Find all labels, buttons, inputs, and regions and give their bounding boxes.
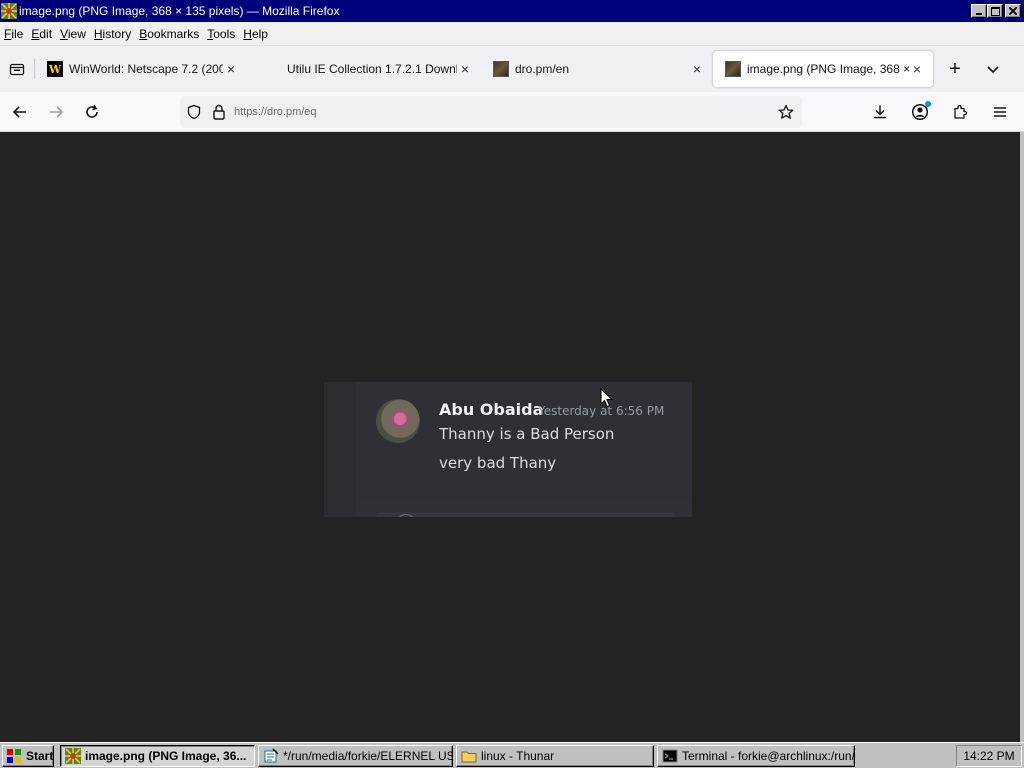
system-tray-clock[interactable]: 14:22 PM	[956, 745, 1022, 767]
back-button[interactable]	[4, 96, 36, 128]
window-right-edge	[1020, 132, 1024, 742]
message-line-1: Thanny is a Bad Person	[439, 425, 615, 443]
menu-bookmarks[interactable]: Bookmarks	[138, 27, 206, 41]
downloads-button[interactable]	[864, 96, 896, 128]
lock-icon[interactable]	[212, 104, 226, 120]
tracking-protection-shield-icon[interactable]	[186, 104, 202, 120]
avatar	[376, 399, 420, 443]
taskbar-item-label: */run/media/forkie/ELERNEL US...	[283, 748, 453, 763]
taskbar-item-firefox[interactable]: image.png (PNG Image, 36...	[60, 744, 255, 767]
window-title: image.png (PNG Image, 368 × 135 pixels) …	[19, 4, 340, 18]
menu-bookmarks-rest: ookmarks	[147, 26, 200, 41]
firefox-app-icon	[65, 747, 81, 764]
hamburger-menu-icon	[994, 107, 1006, 117]
notification-dot-icon	[925, 101, 931, 107]
download-icon	[874, 105, 886, 119]
menu-help-accel: H	[243, 26, 252, 41]
start-logo-icon	[7, 748, 21, 763]
reload-icon	[86, 104, 98, 118]
tab-close-icon[interactable]: ×	[689, 61, 705, 77]
new-tab-button[interactable]: +	[939, 53, 971, 85]
menu-history[interactable]: History	[93, 27, 138, 41]
menu-bar: File Edit View History Bookmarks Tools H…	[0, 22, 1024, 46]
taskbar-item-label: Terminal - forkie@archlinux:/run/...	[682, 748, 855, 763]
firefox-app-icon	[1, 3, 17, 19]
menu-help[interactable]: Help	[242, 27, 275, 41]
taskbar-item-editor[interactable]: */run/media/forkie/ELERNEL US...	[258, 744, 453, 767]
menu-help-rest: elp	[251, 26, 268, 41]
page-content: Abu Obaida Yesterday at 6:56 PM Thanny i…	[0, 132, 1020, 742]
arrow-left-icon	[12, 105, 26, 118]
tab-close-icon[interactable]: ×	[223, 61, 239, 77]
tab-utilu[interactable]: Utilu IE Collection 1.7.2.1 Downloa ×	[247, 51, 481, 87]
folder-icon	[461, 751, 477, 762]
dro-pm-favicon-icon	[493, 61, 509, 77]
reload-button[interactable]	[76, 96, 108, 128]
tab-image-png[interactable]: image.png (PNG Image, 368 × 135 ×	[713, 51, 933, 87]
menu-history-accel: H	[93, 26, 103, 41]
close-window-button[interactable]	[1005, 4, 1021, 18]
bookmark-star-icon[interactable]	[778, 104, 794, 120]
app-menu-button[interactable]	[984, 96, 1016, 128]
forward-button[interactable]	[40, 96, 72, 128]
window-controls	[971, 4, 1021, 18]
toolbar-right-group	[860, 96, 1016, 128]
menu-file[interactable]: File	[3, 27, 30, 41]
taskbar-item-terminal[interactable]: Terminal - forkie@archlinux:/run/...	[657, 744, 855, 767]
tab-label: WinWorld: Netscape 7.2 (2004) (IS	[69, 62, 223, 76]
url-text[interactable]: https://dro.pm/eq	[234, 106, 317, 118]
text-editor-icon	[264, 747, 279, 762]
menu-file-rest: ile	[11, 26, 24, 41]
start-button[interactable]: Start	[2, 744, 54, 767]
menu-view-accel: V	[60, 26, 68, 41]
displayed-image[interactable]: Abu Obaida Yesterday at 6:56 PM Thanny i…	[324, 382, 692, 517]
tab-dro-pm[interactable]: dro.pm/en ×	[481, 51, 713, 87]
image-left-gutter	[324, 382, 356, 517]
tab-bar: W WinWorld: Netscape 7.2 (2004) (IS × Ut…	[0, 46, 1024, 92]
message-line-2: very bad Thany	[439, 454, 557, 472]
taskbar: Start image.png (PNG Image, 36... */run/…	[0, 742, 1024, 768]
clock-text: 14:22 PM	[963, 749, 1015, 763]
menu-view[interactable]: View	[59, 27, 93, 41]
navigation-toolbar: https://dro.pm/eq	[0, 92, 1024, 132]
tab-close-icon[interactable]: ×	[457, 61, 473, 77]
menu-edit-rest: dit	[39, 26, 53, 41]
tab-label: dro.pm/en	[515, 62, 570, 76]
list-all-tabs-button[interactable]	[977, 53, 1009, 85]
window-titlebar[interactable]: image.png (PNG Image, 368 × 135 pixels) …	[0, 0, 1024, 22]
maximize-button[interactable]	[987, 4, 1003, 18]
start-label: Start	[26, 748, 54, 763]
firefox-view-icon	[9, 63, 25, 76]
minimize-button[interactable]	[971, 4, 987, 18]
chevron-down-icon	[987, 66, 999, 74]
menu-view-rest: iew	[67, 26, 86, 41]
message-author: Abu Obaida	[439, 400, 544, 419]
mouse-cursor-icon	[600, 388, 614, 408]
firefox-view-button[interactable]	[0, 52, 34, 86]
plus-icon: +	[949, 58, 961, 80]
winworld-favicon-icon: W	[47, 61, 63, 77]
tab-label: image.png (PNG Image, 368 × 135	[747, 62, 909, 76]
extensions-button[interactable]	[944, 96, 976, 128]
taskbar-item-label: image.png (PNG Image, 36...	[85, 748, 247, 763]
puzzle-piece-icon	[954, 104, 968, 119]
tab-label: Utilu IE Collection 1.7.2.1 Downloa	[287, 62, 457, 76]
menu-edit[interactable]: Edit	[30, 27, 59, 41]
tab-close-icon[interactable]: ×	[909, 61, 925, 77]
url-bar[interactable]: https://dro.pm/eq	[180, 96, 802, 128]
taskbar-item-thunar[interactable]: linux - Thunar	[456, 744, 654, 767]
account-button[interactable]	[904, 96, 936, 128]
arrow-right-icon	[50, 105, 64, 118]
terminal-icon	[662, 749, 678, 762]
tab-winworld[interactable]: W WinWorld: Netscape 7.2 (2004) (IS ×	[35, 51, 247, 87]
menu-tools[interactable]: Tools	[206, 27, 242, 41]
image-favicon-icon	[725, 61, 741, 77]
next-message-edge	[376, 512, 676, 517]
menu-tools-rest: ools	[213, 26, 236, 41]
menu-history-rest: istory	[102, 26, 132, 41]
taskbar-item-label: linux - Thunar	[481, 748, 555, 763]
